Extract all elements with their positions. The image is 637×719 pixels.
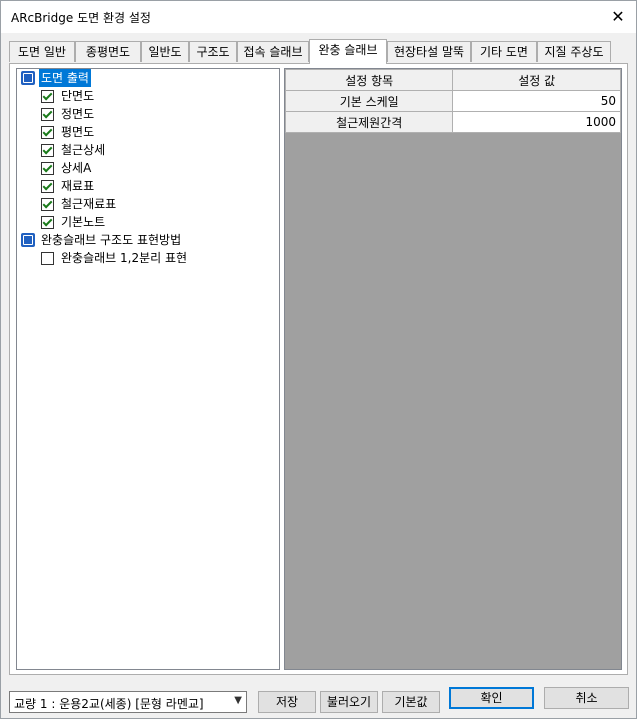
default-button[interactable]: 기본값 xyxy=(382,691,440,713)
tab-cast-in-place-pile[interactable]: 현장타설 말뚝 xyxy=(387,41,471,62)
tab-buffer-slab[interactable]: 완충 슬래브 xyxy=(309,39,387,64)
tab-approach-slab[interactable]: 접속 슬래브 xyxy=(237,41,309,62)
tree-item-detail-a[interactable]: 상세A xyxy=(17,159,279,177)
tree-group-representation-method[interactable]: 완충슬래브 구조도 표현방법 xyxy=(17,231,279,249)
tree-item-label: 완충슬래브 1,2분리 표현 xyxy=(61,251,188,265)
tree-item-label: 기본노트 xyxy=(61,215,106,229)
grid-cell-key: 기본 스케일 xyxy=(284,90,454,112)
tab-drawing-general[interactable]: 도면 일반 xyxy=(9,41,75,62)
tree-item-label: 재료표 xyxy=(61,179,95,193)
tree-group-drawing-output[interactable]: 도면 출력 xyxy=(17,69,279,87)
settings-dialog: ARcBridge 도면 환경 설정 ✕ 도면 일반 종평면도 일반도 구조도 … xyxy=(0,0,637,719)
table-row: 철근제원간격 1000 xyxy=(284,111,621,133)
checkbox[interactable] xyxy=(41,144,54,157)
load-button[interactable]: 불러오기 xyxy=(320,691,378,713)
checkbox[interactable] xyxy=(41,90,54,103)
settings-node-icon xyxy=(21,233,35,247)
ok-button[interactable]: 확인 xyxy=(449,687,534,709)
checkbox[interactable] xyxy=(41,162,54,175)
window-title: ARcBridge 도면 환경 설정 xyxy=(11,11,151,25)
tab-geologic-column[interactable]: 지질 주상도 xyxy=(537,41,611,62)
tree-item-label: 상세A xyxy=(61,161,92,175)
settings-node-icon xyxy=(21,71,35,85)
grid-cell-value[interactable]: 50 xyxy=(452,90,621,112)
tree-item-plan-view[interactable]: 평면도 xyxy=(17,123,279,141)
column-header-value: 설정 값 xyxy=(452,69,621,91)
checkbox[interactable] xyxy=(41,252,54,265)
drawing-tree[interactable]: 도면 출력 단면도 정면도 평면도 철근상세 상세A 재료표 철근재료표 기본노… xyxy=(16,68,280,670)
tab-structural-drawing[interactable]: 구조도 xyxy=(189,41,237,62)
tab-other-drawings[interactable]: 기타 도면 xyxy=(471,41,537,62)
grid-cell-key: 철근제원간격 xyxy=(284,111,454,133)
checkbox[interactable] xyxy=(41,126,54,139)
bridge-select-value: 교량 1 : 운용2교(세종) [문형 라멘교] xyxy=(14,697,204,711)
save-button[interactable]: 저장 xyxy=(258,691,316,713)
chevron-down-icon[interactable]: ▼ xyxy=(234,695,242,706)
tab-panel-buffer-slab: 도면 출력 단면도 정면도 평면도 철근상세 상세A 재료표 철근재료표 기본노… xyxy=(9,63,628,675)
table-row: 기본 스케일 50 xyxy=(284,90,621,112)
title-bar: ARcBridge 도면 환경 설정 ✕ xyxy=(1,1,636,33)
tab-longitudinal-plan[interactable]: 종평면도 xyxy=(75,41,141,62)
checkbox[interactable] xyxy=(41,198,54,211)
grid-header-row: 설정 항목 설정 값 xyxy=(284,69,621,91)
tree-item-material-table[interactable]: 재료표 xyxy=(17,177,279,195)
checkbox[interactable] xyxy=(41,216,54,229)
close-icon[interactable]: ✕ xyxy=(608,7,628,27)
tree-item-label: 철근재료표 xyxy=(61,197,117,211)
tree-item-rebar-material-table[interactable]: 철근재료표 xyxy=(17,195,279,213)
settings-grid: 설정 항목 설정 값 기본 스케일 50 철근제원간격 1000 xyxy=(284,68,622,670)
tree-item-split-representation[interactable]: 완충슬래브 1,2분리 표현 xyxy=(17,249,279,267)
tree-item-front-view[interactable]: 정면도 xyxy=(17,105,279,123)
tree-group-label[interactable]: 완충슬래브 구조도 표현방법 xyxy=(39,231,183,249)
tree-item-label: 철근상세 xyxy=(61,143,106,157)
cancel-button[interactable]: 취소 xyxy=(544,687,629,709)
tree-group-label[interactable]: 도면 출력 xyxy=(39,69,91,87)
tree-item-section[interactable]: 단면도 xyxy=(17,87,279,105)
tree-item-rebar-detail[interactable]: 철근상세 xyxy=(17,141,279,159)
checkbox[interactable] xyxy=(41,180,54,193)
grid-cell-value[interactable]: 1000 xyxy=(452,111,621,133)
tab-general-drawing[interactable]: 일반도 xyxy=(141,41,189,62)
tree-item-label: 정면도 xyxy=(61,107,95,121)
tree-item-basic-notes[interactable]: 기본노트 xyxy=(17,213,279,231)
column-header-item: 설정 항목 xyxy=(284,69,454,91)
bridge-select[interactable]: 교량 1 : 운용2교(세종) [문형 라멘교] ▼ xyxy=(9,691,247,713)
checkbox[interactable] xyxy=(41,108,54,121)
tree-item-label: 평면도 xyxy=(61,125,95,139)
tree-item-label: 단면도 xyxy=(61,89,95,103)
button-bar: 교량 1 : 운용2교(세종) [문형 라멘교] ▼ 저장 불러오기 기본값 확… xyxy=(1,681,636,717)
settings-table: 설정 항목 설정 값 기본 스케일 50 철근제원간격 1000 xyxy=(284,69,621,133)
